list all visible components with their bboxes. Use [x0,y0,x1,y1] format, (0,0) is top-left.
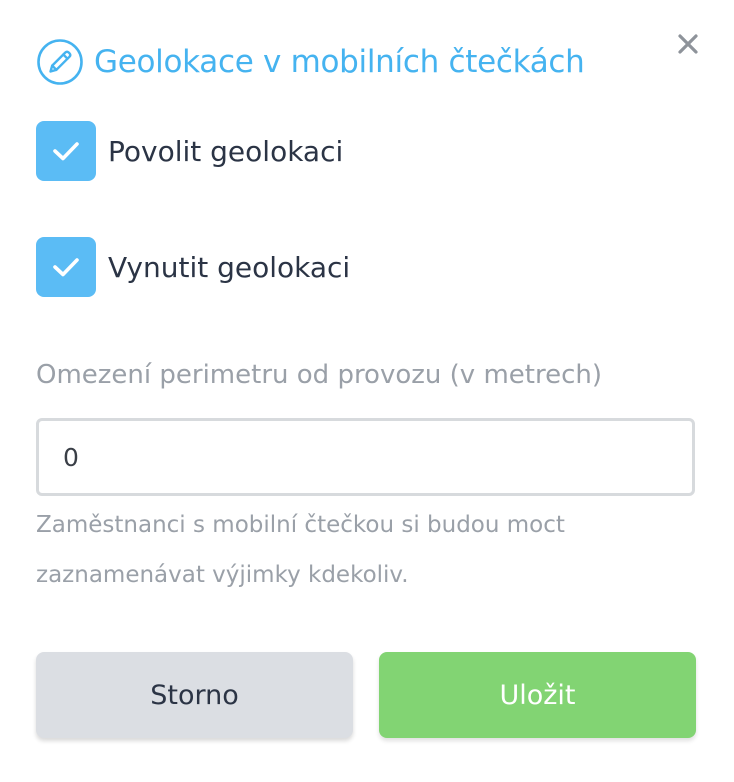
save-button[interactable]: Uložit [379,652,696,738]
force-geolocation-label: Vynutit geolokaci [108,250,351,284]
close-icon[interactable] [674,30,702,58]
enable-geolocation-checkbox[interactable] [36,121,96,181]
force-geolocation-checkbox[interactable] [36,237,96,297]
checkmark-icon [53,142,79,161]
dialog-title: Geolokace v mobilních čtečkách [94,44,585,80]
perimeter-helper-text: Zaměstnanci s mobilní čtečkou si budou m… [36,512,565,588]
perimeter-input[interactable] [36,418,695,496]
enable-geolocation-option[interactable]: Povolit geolokaci [36,121,343,181]
pencil-circle-icon [37,39,83,85]
enable-geolocation-label: Povolit geolokaci [108,134,344,168]
perimeter-label: Omezení perimetru od provozu (v metrech) [36,360,602,390]
cancel-button[interactable]: Storno [36,652,353,738]
dialog-header: Geolokace v mobilních čtečkách [36,36,585,88]
checkmark-icon [53,258,79,277]
force-geolocation-option[interactable]: Vynutit geolokaci [36,237,350,297]
